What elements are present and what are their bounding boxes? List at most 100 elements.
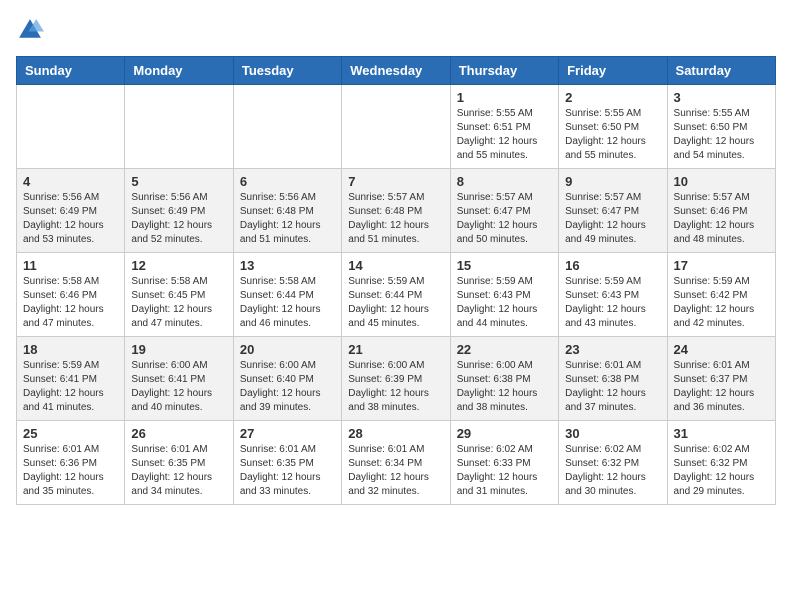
- calendar-cell: 26 Sunrise: 6:01 AM Sunset: 6:35 PM Dayli…: [125, 421, 233, 505]
- day-number: 9: [565, 174, 660, 189]
- day-detail: Sunrise: 6:01 AM Sunset: 6:36 PM Dayligh…: [23, 443, 118, 499]
- day-number: 25: [23, 426, 118, 441]
- page-header: [16, 16, 776, 44]
- day-detail: Sunrise: 6:00 AM Sunset: 6:39 PM Dayligh…: [348, 359, 443, 415]
- day-number: 15: [457, 258, 552, 273]
- day-detail: Sunrise: 5:57 AM Sunset: 6:47 PM Dayligh…: [457, 191, 552, 247]
- calendar-cell: 13 Sunrise: 5:58 AM Sunset: 6:44 PM Dayli…: [233, 253, 341, 337]
- calendar-cell: 21 Sunrise: 6:00 AM Sunset: 6:39 PM Dayli…: [342, 337, 450, 421]
- day-header-saturday: Saturday: [667, 57, 775, 85]
- day-number: 13: [240, 258, 335, 273]
- calendar-cell: 7 Sunrise: 5:57 AM Sunset: 6:48 PM Daylig…: [342, 169, 450, 253]
- day-detail: Sunrise: 6:02 AM Sunset: 6:33 PM Dayligh…: [457, 443, 552, 499]
- calendar-cell: 3 Sunrise: 5:55 AM Sunset: 6:50 PM Daylig…: [667, 85, 775, 169]
- day-detail: Sunrise: 6:01 AM Sunset: 6:34 PM Dayligh…: [348, 443, 443, 499]
- calendar-cell: 31Sunrise: 6:02 AM Sunset: 6:32 PM Dayli…: [667, 421, 775, 505]
- day-number: 4: [23, 174, 118, 189]
- day-detail: Sunrise: 5:59 AM Sunset: 6:43 PM Dayligh…: [565, 275, 660, 331]
- day-number: 12: [131, 258, 226, 273]
- day-detail: Sunrise: 5:59 AM Sunset: 6:43 PM Dayligh…: [457, 275, 552, 331]
- logo-icon: [16, 16, 44, 44]
- day-number: 1: [457, 90, 552, 105]
- day-number: 18: [23, 342, 118, 357]
- calendar-cell: 23 Sunrise: 6:01 AM Sunset: 6:38 PM Dayli…: [559, 337, 667, 421]
- day-detail: Sunrise: 5:59 AM Sunset: 6:42 PM Dayligh…: [674, 275, 769, 331]
- day-number: 8: [457, 174, 552, 189]
- day-detail: Sunrise: 6:01 AM Sunset: 6:38 PM Dayligh…: [565, 359, 660, 415]
- calendar-cell: 14 Sunrise: 5:59 AM Sunset: 6:44 PM Dayli…: [342, 253, 450, 337]
- calendar-table: SundayMondayTuesdayWednesdayThursdayFrid…: [16, 56, 776, 505]
- day-number: 20: [240, 342, 335, 357]
- day-number: 14: [348, 258, 443, 273]
- day-detail: Sunrise: 5:57 AM Sunset: 6:47 PM Dayligh…: [565, 191, 660, 247]
- day-header-tuesday: Tuesday: [233, 57, 341, 85]
- calendar-week-4: 25 Sunrise: 6:01 AM Sunset: 6:36 PM Dayli…: [17, 421, 776, 505]
- day-detail: Sunrise: 6:01 AM Sunset: 6:35 PM Dayligh…: [131, 443, 226, 499]
- day-detail: Sunrise: 5:57 AM Sunset: 6:48 PM Dayligh…: [348, 191, 443, 247]
- day-detail: Sunrise: 6:00 AM Sunset: 6:40 PM Dayligh…: [240, 359, 335, 415]
- calendar-cell: 22Sunrise: 6:00 AM Sunset: 6:38 PM Dayli…: [450, 337, 558, 421]
- day-number: 11: [23, 258, 118, 273]
- calendar-cell: 5 Sunrise: 5:56 AM Sunset: 6:49 PM Daylig…: [125, 169, 233, 253]
- day-number: 5: [131, 174, 226, 189]
- day-header-wednesday: Wednesday: [342, 57, 450, 85]
- calendar-header-row: SundayMondayTuesdayWednesdayThursdayFrid…: [17, 57, 776, 85]
- day-number: 3: [674, 90, 769, 105]
- day-detail: Sunrise: 5:59 AM Sunset: 6:44 PM Dayligh…: [348, 275, 443, 331]
- day-detail: Sunrise: 5:55 AM Sunset: 6:50 PM Dayligh…: [565, 107, 660, 163]
- calendar-week-3: 18 Sunrise: 5:59 AM Sunset: 6:41 PM Dayli…: [17, 337, 776, 421]
- day-detail: Sunrise: 6:02 AM Sunset: 6:32 PM Dayligh…: [565, 443, 660, 499]
- day-number: 28: [348, 426, 443, 441]
- calendar-cell: 12Sunrise: 5:58 AM Sunset: 6:45 PM Dayli…: [125, 253, 233, 337]
- calendar-week-0: 1 Sunrise: 5:55 AM Sunset: 6:51 PM Daylig…: [17, 85, 776, 169]
- calendar-week-2: 11 Sunrise: 5:58 AM Sunset: 6:46 PM Dayli…: [17, 253, 776, 337]
- calendar-cell: 19Sunrise: 6:00 AM Sunset: 6:41 PM Dayli…: [125, 337, 233, 421]
- logo: [16, 16, 48, 44]
- day-detail: Sunrise: 5:55 AM Sunset: 6:50 PM Dayligh…: [674, 107, 769, 163]
- day-detail: Sunrise: 5:55 AM Sunset: 6:51 PM Dayligh…: [457, 107, 552, 163]
- day-number: 17: [674, 258, 769, 273]
- calendar-cell: 1 Sunrise: 5:55 AM Sunset: 6:51 PM Daylig…: [450, 85, 558, 169]
- calendar-cell: 11 Sunrise: 5:58 AM Sunset: 6:46 PM Dayli…: [17, 253, 125, 337]
- calendar-cell: 18 Sunrise: 5:59 AM Sunset: 6:41 PM Dayli…: [17, 337, 125, 421]
- day-detail: Sunrise: 6:00 AM Sunset: 6:38 PM Dayligh…: [457, 359, 552, 415]
- calendar-cell: 28 Sunrise: 6:01 AM Sunset: 6:34 PM Dayli…: [342, 421, 450, 505]
- day-detail: Sunrise: 5:56 AM Sunset: 6:48 PM Dayligh…: [240, 191, 335, 247]
- day-number: 23: [565, 342, 660, 357]
- calendar-cell: [233, 85, 341, 169]
- day-number: 26: [131, 426, 226, 441]
- day-number: 30: [565, 426, 660, 441]
- calendar-cell: [125, 85, 233, 169]
- day-number: 7: [348, 174, 443, 189]
- day-detail: Sunrise: 5:56 AM Sunset: 6:49 PM Dayligh…: [23, 191, 118, 247]
- day-detail: Sunrise: 5:59 AM Sunset: 6:41 PM Dayligh…: [23, 359, 118, 415]
- day-number: 29: [457, 426, 552, 441]
- calendar-cell: 10 Sunrise: 5:57 AM Sunset: 6:46 PM Dayli…: [667, 169, 775, 253]
- day-number: 16: [565, 258, 660, 273]
- day-header-sunday: Sunday: [17, 57, 125, 85]
- calendar-cell: 24Sunrise: 6:01 AM Sunset: 6:37 PM Dayli…: [667, 337, 775, 421]
- calendar-cell: 9 Sunrise: 5:57 AM Sunset: 6:47 PM Daylig…: [559, 169, 667, 253]
- day-detail: Sunrise: 5:58 AM Sunset: 6:44 PM Dayligh…: [240, 275, 335, 331]
- calendar-cell: 6Sunrise: 5:56 AM Sunset: 6:48 PM Daylig…: [233, 169, 341, 253]
- day-number: 10: [674, 174, 769, 189]
- day-number: 27: [240, 426, 335, 441]
- calendar-cell: 27Sunrise: 6:01 AM Sunset: 6:35 PM Dayli…: [233, 421, 341, 505]
- calendar-cell: 8 Sunrise: 5:57 AM Sunset: 6:47 PM Daylig…: [450, 169, 558, 253]
- day-detail: Sunrise: 5:56 AM Sunset: 6:49 PM Dayligh…: [131, 191, 226, 247]
- day-detail: Sunrise: 5:57 AM Sunset: 6:46 PM Dayligh…: [674, 191, 769, 247]
- day-number: 21: [348, 342, 443, 357]
- calendar-cell: 15 Sunrise: 5:59 AM Sunset: 6:43 PM Dayli…: [450, 253, 558, 337]
- day-number: 2: [565, 90, 660, 105]
- calendar-cell: 17 Sunrise: 5:59 AM Sunset: 6:42 PM Dayli…: [667, 253, 775, 337]
- day-detail: Sunrise: 6:02 AM Sunset: 6:32 PM Dayligh…: [674, 443, 769, 499]
- day-header-monday: Monday: [125, 57, 233, 85]
- calendar-week-1: 4 Sunrise: 5:56 AM Sunset: 6:49 PM Daylig…: [17, 169, 776, 253]
- calendar-cell: 30 Sunrise: 6:02 AM Sunset: 6:32 PM Dayli…: [559, 421, 667, 505]
- calendar-cell: [342, 85, 450, 169]
- calendar-cell: 16 Sunrise: 5:59 AM Sunset: 6:43 PM Dayli…: [559, 253, 667, 337]
- day-header-thursday: Thursday: [450, 57, 558, 85]
- calendar-cell: 29 Sunrise: 6:02 AM Sunset: 6:33 PM Dayli…: [450, 421, 558, 505]
- day-detail: Sunrise: 5:58 AM Sunset: 6:46 PM Dayligh…: [23, 275, 118, 331]
- calendar-cell: 4 Sunrise: 5:56 AM Sunset: 6:49 PM Daylig…: [17, 169, 125, 253]
